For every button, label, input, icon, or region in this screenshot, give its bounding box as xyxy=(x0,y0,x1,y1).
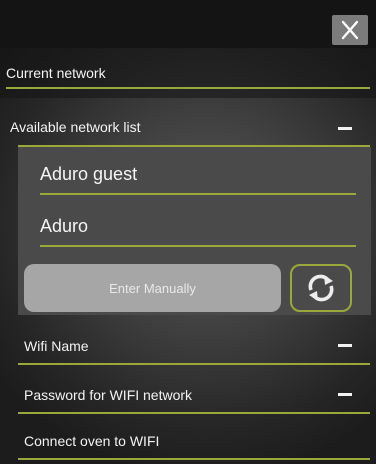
close-icon xyxy=(341,20,359,40)
available-network-list-collapse-icon[interactable] xyxy=(338,127,352,130)
wifi-name-label[interactable]: Wifi Name xyxy=(24,338,89,354)
password-divider xyxy=(18,412,370,414)
enter-manually-label: Enter Manually xyxy=(109,280,196,296)
refresh-networks-button[interactable] xyxy=(290,264,352,312)
network-item-divider xyxy=(40,193,356,195)
wifi-name-collapse-icon[interactable] xyxy=(338,344,352,347)
wifi-name-divider xyxy=(18,363,370,365)
available-network-list-label[interactable]: Available network list xyxy=(10,119,140,135)
current-network-label: Current network xyxy=(6,65,106,81)
top-bar xyxy=(0,0,376,48)
network-item-aduro[interactable]: Aduro xyxy=(40,216,88,237)
connect-oven-label[interactable]: Connect oven to WIFI xyxy=(24,433,159,449)
current-network-divider xyxy=(6,87,370,89)
password-collapse-icon[interactable] xyxy=(338,393,352,396)
network-item-divider xyxy=(40,245,356,247)
connect-oven-divider xyxy=(18,458,370,460)
enter-manually-button[interactable]: Enter Manually xyxy=(24,264,281,312)
password-label[interactable]: Password for WIFI network xyxy=(24,387,192,403)
refresh-icon xyxy=(308,274,334,302)
close-button[interactable] xyxy=(332,15,368,45)
network-item-aduro-guest[interactable]: Aduro guest xyxy=(40,164,137,185)
